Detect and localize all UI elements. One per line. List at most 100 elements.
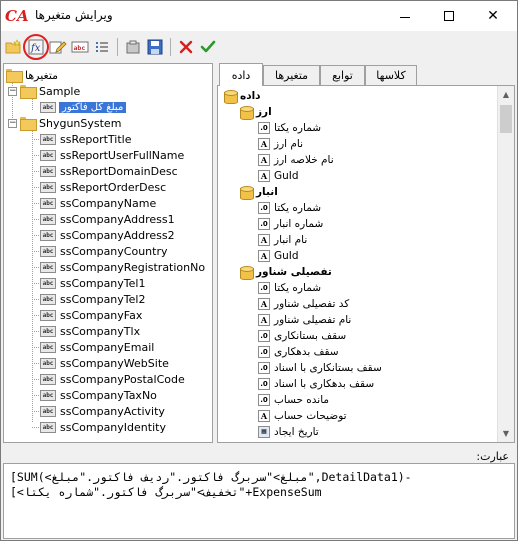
data-field-node[interactable]: .0 شماره یکتا — [258, 280, 321, 296]
data-field-node[interactable]: .0 مانده حساب — [258, 392, 329, 408]
tree-node-label: انبار — [256, 186, 278, 198]
vertical-scrollbar[interactable]: ▲ ▼ — [497, 86, 514, 442]
variable-icon: abc — [40, 309, 56, 321]
collapse-icon[interactable]: − — [8, 86, 17, 96]
tree-node-label: GuId — [274, 250, 299, 262]
text-field-icon: A — [258, 250, 270, 262]
variable-icon: abc — [40, 277, 56, 289]
variable-icon: abc — [40, 261, 56, 273]
data-field-node[interactable]: A GuId — [258, 168, 299, 184]
data-field-node[interactable]: A نام انبار — [258, 232, 307, 248]
tree-node-system-item[interactable]: abc ssCompanyAddress2 — [40, 227, 175, 243]
tree-node-system-item[interactable]: abc ssCompanyName — [40, 195, 156, 211]
tree-node-root[interactable]: متغیرها — [6, 67, 58, 83]
tree-node-system-item[interactable]: abc ssCompanyActivity — [40, 403, 165, 419]
tree-node-system-item[interactable]: abc ssCompanyEmail — [40, 339, 154, 355]
tree-guide — [32, 155, 39, 156]
svg-text:abc: abc — [74, 44, 86, 52]
tree-node-label: ssCompanyName — [60, 196, 157, 210]
tab-functions[interactable]: توابع — [320, 65, 365, 85]
function-button[interactable]: fx — [23, 34, 49, 60]
maximize-button[interactable] — [427, 1, 471, 31]
variable-icon: abc — [40, 149, 56, 161]
properties-button[interactable] — [91, 36, 113, 58]
tree-node-system-item[interactable]: abc ssCompanyPostalCode — [40, 371, 185, 387]
tree-node-system-item[interactable]: abc ssReportDomainDesc — [40, 163, 178, 179]
toolbar-separator — [117, 38, 118, 56]
edit-button[interactable] — [47, 36, 69, 58]
tree-node-label: ssCompanyEmail — [60, 340, 155, 354]
num-field-icon: .0 — [258, 346, 270, 358]
rename-button[interactable]: abc — [69, 36, 91, 58]
data-field-node[interactable]: ▦ تاریخ ایجاد — [258, 424, 319, 440]
edit-icon — [49, 41, 67, 54]
tree-node-system-item[interactable]: abc ssCompanyFax — [40, 307, 142, 323]
expression-editor[interactable]: [SUM(<مبلغ>"سربرگ فاکتور."ردیف فاکتور."م… — [3, 463, 515, 539]
tree-node-system-item[interactable]: abc ssReportTitle — [40, 131, 132, 147]
close-button[interactable]: ✕ — [471, 1, 515, 31]
variables-editor-window: CA ویرایش متغیرها ✕ fx abc متغیرها − Sam… — [0, 0, 518, 541]
tree-node-system-item[interactable]: abc ssCompanyAddress1 — [40, 211, 175, 227]
tree-node-system-item[interactable]: abc ssCompanyWebSite — [40, 355, 169, 371]
tree-node-shygun-system[interactable]: − ShygunSystem — [8, 115, 121, 131]
data-field-node[interactable]: .0 سقف بستانکاری با اسناد — [258, 360, 382, 376]
delete-icon — [179, 40, 193, 54]
data-field-node[interactable]: A نام خلاصه ارز — [258, 152, 334, 168]
tree-node-label: ssCompanyTel2 — [60, 292, 146, 306]
data-table-node[interactable]: ارز — [240, 104, 272, 120]
cut-button[interactable] — [122, 36, 144, 58]
data-table-node[interactable]: انبار — [240, 184, 278, 200]
scroll-down-icon[interactable]: ▼ — [498, 425, 514, 442]
tab-classes[interactable]: کلاسها — [365, 65, 417, 85]
data-table-node[interactable]: تفصیلی شناور — [240, 264, 332, 280]
data-field-node[interactable]: .0 سقف بدهکاری با اسناد — [258, 376, 374, 392]
data-field-node[interactable]: A کد تفصیلی شناور — [258, 296, 349, 312]
variable-icon: abc — [40, 101, 56, 113]
data-field-node[interactable]: .0 شماره یکتا — [258, 200, 321, 216]
tree-node-system-item[interactable]: abc ssCompanyTel1 — [40, 275, 145, 291]
data-field-node[interactable]: .0 سقف بستانکاری — [258, 328, 346, 344]
data-field-node[interactable]: A توضیحات حساب — [258, 408, 347, 424]
tree-node-label: سقف بدهکاری — [274, 346, 339, 358]
tree-node-system-item[interactable]: abc ssCompanyRegistrationNo — [40, 259, 205, 275]
data-field-node[interactable]: A نام ارز — [258, 136, 303, 152]
tree-node-system-item[interactable]: abc ssCompanyTlx — [40, 323, 140, 339]
variables-tree[interactable]: متغیرها − Sample abc مبلغ کل فاکتور − Sh… — [3, 63, 213, 443]
data-tree-root[interactable]: داده — [224, 88, 261, 104]
tab-data[interactable]: داده — [219, 63, 263, 86]
tree-node-label: تفصیلی شناور — [256, 266, 332, 278]
tree-node-invoice-total[interactable]: abc مبلغ کل فاکتور — [40, 99, 127, 115]
tab-variables[interactable]: متغیرها — [263, 65, 320, 85]
tree-node-system-item[interactable]: abc ssReportUserFullName — [40, 147, 184, 163]
new-folder-button[interactable] — [3, 36, 25, 58]
num-field-icon: .0 — [258, 218, 270, 230]
tree-node-label: ssCompanyPostalCode — [60, 372, 185, 386]
collapse-icon[interactable]: − — [8, 118, 17, 128]
tree-node-system-item[interactable]: abc ssReportOrderDesc — [40, 179, 166, 195]
minimize-button[interactable] — [383, 1, 427, 31]
minimize-icon — [400, 16, 410, 18]
delete-button[interactable] — [175, 36, 197, 58]
data-field-node[interactable]: .0 سقف بدهکاری — [258, 344, 339, 360]
variable-icon: abc — [40, 181, 56, 193]
tree-guide — [32, 299, 39, 300]
tree-guide — [32, 331, 39, 332]
data-field-node[interactable]: A نام تفصیلی شناور — [258, 312, 351, 328]
data-tree[interactable]: ▲ ▼ داده ارز .0 شماره یکتا A نام ارز A نام خلاص… — [217, 85, 515, 443]
variable-icon: abc — [40, 245, 56, 257]
tab-label: توابع — [332, 69, 353, 82]
confirm-button[interactable] — [197, 36, 219, 58]
tree-node-system-item[interactable]: abc ssCompanyCountry — [40, 243, 168, 259]
tree-node-system-item[interactable]: abc ssCompanyTaxNo — [40, 387, 157, 403]
tree-node-system-item[interactable]: abc ssCompanyTel2 — [40, 291, 145, 307]
data-field-node[interactable]: A GuId — [258, 248, 299, 264]
save-button[interactable] — [144, 36, 166, 58]
num-field-icon: .0 — [258, 202, 270, 214]
folder-icon — [20, 85, 37, 99]
scroll-thumb[interactable] — [500, 105, 512, 133]
data-field-node[interactable]: .0 شماره یکتا — [258, 120, 321, 136]
tree-node-sample[interactable]: − Sample — [8, 83, 80, 99]
scroll-up-icon[interactable]: ▲ — [498, 86, 514, 103]
data-field-node[interactable]: .0 شماره انبار — [258, 216, 323, 232]
tree-node-system-item[interactable]: abc ssCompanyIdentity — [40, 419, 166, 435]
